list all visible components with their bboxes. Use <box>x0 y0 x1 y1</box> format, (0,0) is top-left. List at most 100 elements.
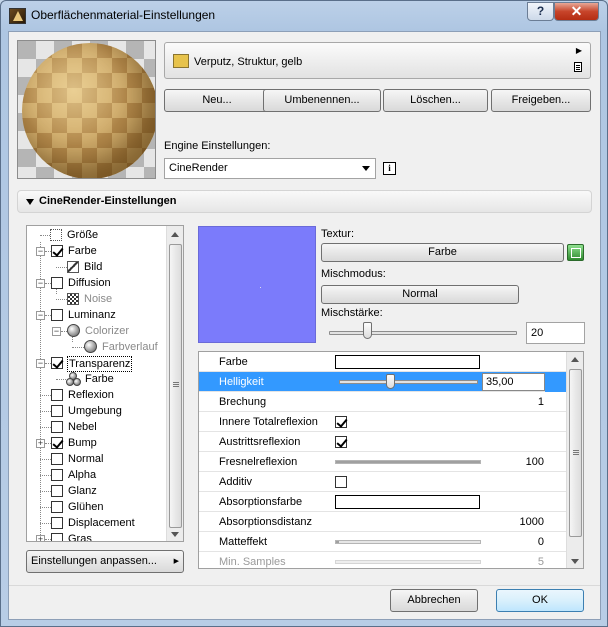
specular-checkbox[interactable] <box>51 485 63 497</box>
tree-item-transparency-color[interactable]: Farbe <box>27 371 167 387</box>
scroll-thumb[interactable] <box>569 369 582 537</box>
cancel-button[interactable]: Abbrechen <box>390 589 478 612</box>
tree-scrollbar[interactable] <box>166 226 183 541</box>
collapse-icon[interactable]: − <box>36 247 45 256</box>
expand-icon[interactable]: + <box>36 439 45 448</box>
additive-checkbox[interactable] <box>335 476 347 488</box>
environment-checkbox[interactable] <box>51 405 63 417</box>
texture-load-icon[interactable] <box>567 244 584 261</box>
customize-settings-button[interactable]: Einstellungen anpassen... ▶ <box>26 550 184 573</box>
rename-button[interactable]: Umbenennen... <box>263 89 381 112</box>
glow-checkbox[interactable] <box>51 501 63 513</box>
cinerender-section-header[interactable]: CineRender-Einstellungen <box>17 190 592 213</box>
reflection-checkbox[interactable] <box>51 389 63 401</box>
channel-color-preview[interactable] <box>198 226 316 343</box>
share-button[interactable]: Freigeben... <box>491 89 591 112</box>
bump-checkbox[interactable] <box>51 437 63 449</box>
scroll-up-icon[interactable] <box>171 232 179 237</box>
property-value[interactable]: 100 <box>526 456 544 468</box>
tree-item-grass[interactable]: + Gras <box>27 531 167 541</box>
tree-item-normal[interactable]: Normal <box>27 451 167 467</box>
property-row-min-samples[interactable]: Min. Samples 5 <box>199 552 568 568</box>
fog-checkbox[interactable] <box>51 421 63 433</box>
tree-item-gradient[interactable]: Farbverlauf <box>27 339 167 355</box>
luminance-checkbox[interactable] <box>51 309 63 321</box>
tree-item-transparency[interactable]: − Transparenz <box>27 355 167 372</box>
color-checkbox[interactable] <box>51 245 63 257</box>
help-button[interactable]: ? <box>527 2 554 21</box>
absorption-color-swatch[interactable] <box>335 495 480 509</box>
color-swatch-field[interactable] <box>335 355 480 369</box>
brightness-slider-thumb[interactable] <box>386 374 395 389</box>
tree-item-image[interactable]: Bild <box>27 259 167 275</box>
tree-item-diffusion[interactable]: − Diffusion <box>27 275 167 291</box>
tree-item-colorizer[interactable]: − Colorizer <box>27 323 167 339</box>
property-row-total-internal-reflection[interactable]: Innere Totalreflexion <box>199 412 568 432</box>
exit-reflections-checkbox[interactable] <box>335 436 347 448</box>
property-name: Farbe <box>219 356 248 368</box>
expand-icon[interactable]: + <box>36 535 45 541</box>
material-selector[interactable]: Verputz, Struktur, gelb ▶ <box>164 42 591 79</box>
tree-item-specular[interactable]: Glanz <box>27 483 167 499</box>
new-button[interactable]: Neu... <box>164 89 270 112</box>
property-row-brightness[interactable]: Helligkeit 35,00 <box>199 372 568 392</box>
scroll-down-icon[interactable] <box>171 532 179 537</box>
tree-item-size[interactable]: Größe <box>27 227 167 243</box>
property-scrollbar[interactable] <box>566 352 583 568</box>
collapse-icon[interactable]: − <box>36 311 45 320</box>
tree-item-fog[interactable]: Nebel <box>27 419 167 435</box>
displacement-checkbox[interactable] <box>51 517 63 529</box>
brightness-slider[interactable] <box>339 380 478 384</box>
fresnel-bar[interactable] <box>335 460 481 464</box>
total-internal-reflection-checkbox[interactable] <box>335 416 347 428</box>
info-icon[interactable]: i <box>383 162 396 175</box>
grass-checkbox[interactable] <box>51 533 63 541</box>
property-value[interactable]: 0 <box>538 536 544 548</box>
collapse-triangle-icon <box>26 199 34 205</box>
tree-item-bump[interactable]: + Bump <box>27 435 167 451</box>
brightness-input[interactable]: 35,00 <box>482 373 545 391</box>
property-row-blurriness[interactable]: Matteffekt 0 <box>199 532 568 552</box>
engine-dropdown[interactable]: CineRender <box>164 158 376 179</box>
delete-button[interactable]: Löschen... <box>383 89 488 112</box>
normal-checkbox[interactable] <box>51 453 63 465</box>
tree-item-alpha[interactable]: Alpha <box>27 467 167 483</box>
image-icon <box>67 261 79 273</box>
tree-item-glow[interactable]: Glühen <box>27 499 167 515</box>
scroll-up-icon[interactable] <box>571 357 579 362</box>
diffusion-checkbox[interactable] <box>51 277 63 289</box>
blend-strength-slider[interactable] <box>329 331 517 335</box>
texture-button[interactable]: Farbe <box>321 243 564 262</box>
property-row-color[interactable]: Farbe <box>199 352 568 372</box>
blend-strength-input[interactable]: 20 <box>526 322 585 344</box>
ok-button[interactable]: OK <box>496 589 584 612</box>
document-icon[interactable] <box>574 62 582 72</box>
collapse-icon[interactable]: − <box>52 327 61 336</box>
tree-item-color[interactable]: − Farbe <box>27 243 167 259</box>
property-row-exit-reflections[interactable]: Austrittsreflexion <box>199 432 568 452</box>
scroll-thumb[interactable] <box>169 244 182 528</box>
blurriness-bar[interactable] <box>335 540 481 544</box>
tree-item-reflection[interactable]: Reflexion <box>27 387 167 403</box>
property-value[interactable]: 1 <box>538 396 544 408</box>
title-bar[interactable]: Oberflächenmaterial-Einstellungen ? ✕ <box>1 1 607 31</box>
tree-item-luminance[interactable]: − Luminanz <box>27 307 167 323</box>
property-row-fresnel[interactable]: Fresnelreflexion 100 <box>199 452 568 472</box>
shader-ball-icon <box>67 324 80 337</box>
blend-mode-dropdown[interactable]: Normal <box>321 285 519 304</box>
property-row-additive[interactable]: Additiv <box>199 472 568 492</box>
tree-item-environment[interactable]: Umgebung <box>27 403 167 419</box>
tree-item-displacement[interactable]: Displacement <box>27 515 167 531</box>
scroll-down-icon[interactable] <box>571 559 579 564</box>
close-button[interactable]: ✕ <box>554 2 599 21</box>
transparency-checkbox[interactable] <box>51 357 63 369</box>
tree-item-noise[interactable]: Noise <box>27 291 167 307</box>
property-row-absorption-color[interactable]: Absorptionsfarbe <box>199 492 568 512</box>
collapse-icon[interactable]: − <box>36 279 45 288</box>
blend-strength-slider-thumb[interactable] <box>362 322 372 339</box>
property-value[interactable]: 1000 <box>520 516 544 528</box>
property-row-absorption-distance[interactable]: Absorptionsdistanz 1000 <box>199 512 568 532</box>
alpha-checkbox[interactable] <box>51 469 63 481</box>
collapse-icon[interactable]: − <box>36 359 45 368</box>
property-row-refraction[interactable]: Brechung 1 <box>199 392 568 412</box>
